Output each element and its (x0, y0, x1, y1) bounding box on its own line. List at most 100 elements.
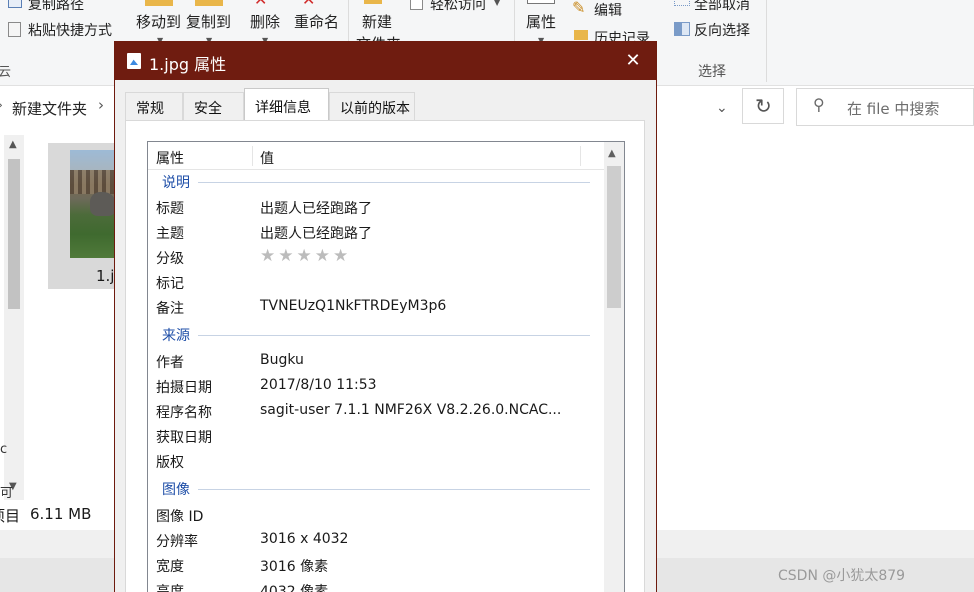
scrollbar-thumb[interactable] (607, 166, 621, 308)
paste-shortcut-icon (8, 22, 21, 37)
property-value[interactable]: 3016 x 4032 (260, 531, 348, 547)
list-item[interactable]: 备注 TVNEUzQ1NkFTRDEyM3p6 (148, 295, 604, 320)
property-name: 高度 (156, 584, 184, 592)
chevron-right-icon: › (0, 98, 3, 112)
property-name: 版权 (156, 455, 184, 471)
copy-to-button[interactable]: 复制到 (186, 11, 231, 32)
property-name: 作者 (156, 355, 184, 371)
move-to-button[interactable]: 移动到 (136, 11, 181, 32)
select-none-button[interactable]: 全部取消 (694, 0, 750, 14)
delete-icon: ✕ (254, 0, 267, 9)
section-divider-line (198, 489, 590, 490)
image-file-icon (127, 53, 141, 69)
copy-to-icon (195, 0, 223, 6)
property-name: 主题 (156, 226, 184, 242)
property-value[interactable]: 2017/8/10 11:53 (260, 377, 377, 393)
column-header-property[interactable]: 属性 (156, 148, 184, 168)
history-icon (574, 30, 588, 40)
rating-stars[interactable]: ★★★★★ (260, 246, 351, 266)
chevron-down-icon: ▼ (494, 0, 501, 7)
paste-shortcut-button[interactable]: 粘贴快捷方式 (28, 20, 112, 40)
property-name: 分辨率 (156, 534, 198, 550)
property-name: 获取日期 (156, 430, 212, 446)
list-item[interactable]: 宽度 3016 像素 (148, 553, 604, 578)
property-name: 备注 (156, 301, 184, 317)
tab-details[interactable]: 详细信息 (244, 88, 329, 121)
address-history-dropdown-icon[interactable]: ⌄ (716, 100, 728, 116)
new-folder-button[interactable]: 新建 (362, 11, 392, 32)
nav-glyph: 可 (0, 486, 14, 501)
select-none-icon (674, 0, 690, 6)
file-thumbnail-image[interactable] (70, 150, 120, 258)
list-item[interactable]: 版权 (148, 449, 604, 474)
rename-button[interactable]: 重命名 (294, 11, 339, 32)
ribbon-edge-glyph: 云 (0, 65, 12, 80)
property-name: 标题 (156, 201, 184, 217)
breadcrumb-current-folder[interactable]: 新建文件夹 (12, 98, 87, 119)
list-item[interactable]: 图像 ID (148, 503, 604, 528)
property-value[interactable]: 3016 像素 (260, 556, 328, 576)
search-input[interactable]: ⚲ 在 file 中搜索 (796, 88, 974, 126)
refresh-icon[interactable]: ↻ (755, 94, 772, 118)
property-value[interactable]: Bugku (260, 352, 304, 368)
section-divider-line (198, 335, 590, 336)
tab-security[interactable]: 安全 (183, 92, 244, 120)
list-item[interactable]: 高度 4032 像素 (148, 578, 604, 592)
list-item[interactable]: 分辨率 3016 x 4032 (148, 528, 604, 553)
edit-icon: ✎ (572, 0, 586, 17)
property-name: 宽度 (156, 559, 184, 575)
rename-icon: ✕ (302, 0, 315, 9)
edit-button[interactable]: 编辑 (594, 0, 622, 20)
easy-access-icon (410, 0, 423, 10)
dialog-title-bar[interactable]: 1.jpg 属性 ✕ (115, 42, 656, 80)
dialog-title: 1.jpg 属性 (149, 55, 227, 74)
section-title: 来源 (162, 325, 196, 345)
list-item[interactable]: 拍摄日期 2017/8/10 11:53 (148, 374, 604, 399)
property-name: 拍摄日期 (156, 380, 212, 396)
property-name: 标记 (156, 276, 184, 292)
search-placeholder: 在 file 中搜索 (847, 100, 940, 118)
scroll-up-arrow-icon[interactable]: ▲ (608, 148, 616, 159)
property-name: 图像 ID (156, 509, 204, 525)
property-name: 程序名称 (156, 405, 212, 421)
status-size: 6.11 MB (30, 505, 92, 523)
close-button[interactable]: ✕ (620, 48, 646, 74)
list-item[interactable]: 分级 ★★★★★ (148, 245, 604, 270)
details-list: 属性 值 说明 标题 出题人已经跑路了 主题 出题人已经跑路了 分级 ★★★★★ (147, 141, 625, 592)
tab-previous-versions[interactable]: 以前的版本 (329, 92, 415, 120)
property-value[interactable]: 出题人已经跑路了 (260, 223, 372, 243)
watermark: CSDN @小犹太879 (778, 568, 906, 584)
details-panel: 属性 值 说明 标题 出题人已经跑路了 主题 出题人已经跑路了 分级 ★★★★★ (125, 120, 645, 592)
details-scrollbar[interactable]: ▲ (604, 142, 624, 592)
photo-building-shape (70, 170, 120, 194)
column-header-value[interactable]: 值 (260, 148, 274, 168)
column-divider[interactable] (252, 146, 253, 166)
section-title: 图像 (162, 479, 196, 499)
property-value[interactable]: 出题人已经跑路了 (260, 198, 372, 218)
scroll-up-arrow-icon[interactable]: ▲ (9, 139, 17, 150)
properties-button[interactable]: 属性 (526, 11, 556, 32)
scrollbar-thumb[interactable] (8, 159, 20, 309)
section-divider-line (198, 182, 590, 183)
invert-selection-button[interactable]: 反向选择 (694, 20, 750, 40)
column-divider[interactable] (580, 146, 581, 166)
property-value[interactable]: sagit-user 7.1.1 NMF26X V8.2.26.0.NCAC..… (260, 402, 561, 418)
new-folder-icon (364, 0, 382, 4)
list-item[interactable]: 标题 出题人已经跑路了 (148, 195, 604, 220)
list-item[interactable]: 标记 (148, 270, 604, 295)
list-header: 属性 值 (148, 142, 604, 170)
invert-selection-icon (674, 22, 690, 36)
property-value[interactable]: 4032 像素 (260, 581, 328, 592)
delete-button[interactable]: 删除 (250, 11, 280, 32)
section-image: 图像 (148, 479, 604, 499)
list-item[interactable]: 作者 Bugku (148, 349, 604, 374)
list-item[interactable]: 主题 出题人已经跑路了 (148, 220, 604, 245)
property-value[interactable]: TVNEUzQ1NkFTRDEyM3p6 (260, 298, 446, 314)
list-item[interactable]: 获取日期 (148, 424, 604, 449)
tab-general[interactable]: 常规 (125, 92, 183, 120)
easy-access-button[interactable]: 轻松访问 (430, 0, 486, 14)
chevron-right-icon: › (98, 96, 104, 114)
select-group-label: 选择 (698, 64, 726, 80)
list-item[interactable]: 程序名称 sagit-user 7.1.1 NMF26X V8.2.26.0.N… (148, 399, 604, 424)
copy-path-button[interactable]: 复制路径 (28, 0, 84, 14)
